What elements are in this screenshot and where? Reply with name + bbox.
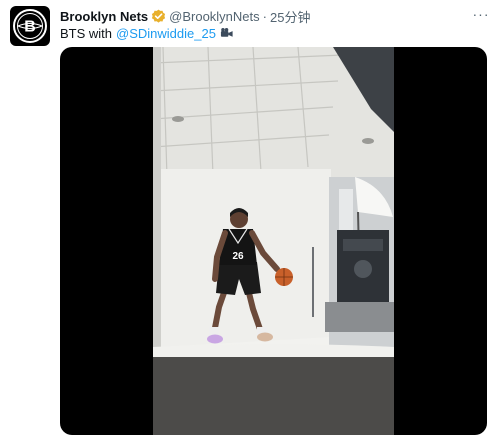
jersey-number: 26 xyxy=(232,251,244,262)
brooklyn-nets-logo-icon: B xyxy=(13,9,47,43)
timestamp[interactable]: 25分钟 xyxy=(270,7,310,26)
more-options-icon[interactable]: ··· xyxy=(470,6,492,22)
tweet-text-prefix: BTS with xyxy=(60,25,113,41)
tweet: B Brooklyn Nets @BrooklynNets · 25分钟 ···… xyxy=(0,0,500,440)
video-frame: 26 xyxy=(153,47,394,435)
video-camera-icon xyxy=(220,27,234,39)
more-options-glyph: ··· xyxy=(472,6,490,22)
handle[interactable]: @BrooklynNets xyxy=(169,9,260,24)
video-player[interactable]: 26 xyxy=(60,47,487,435)
studio-scene-image: 26 xyxy=(153,47,394,435)
display-name[interactable]: Brooklyn Nets xyxy=(60,9,148,24)
avatar[interactable]: B xyxy=(10,6,50,46)
tweet-header: Brooklyn Nets @BrooklynNets · 25分钟 xyxy=(60,7,310,25)
separator-dot: · xyxy=(262,8,267,24)
verified-badge-icon xyxy=(151,9,166,24)
tweet-text: BTS with @SDinwiddie_25 xyxy=(60,24,234,42)
mention-link[interactable]: @SDinwiddie_25 xyxy=(116,26,216,41)
avatar-letter: B xyxy=(24,19,36,36)
